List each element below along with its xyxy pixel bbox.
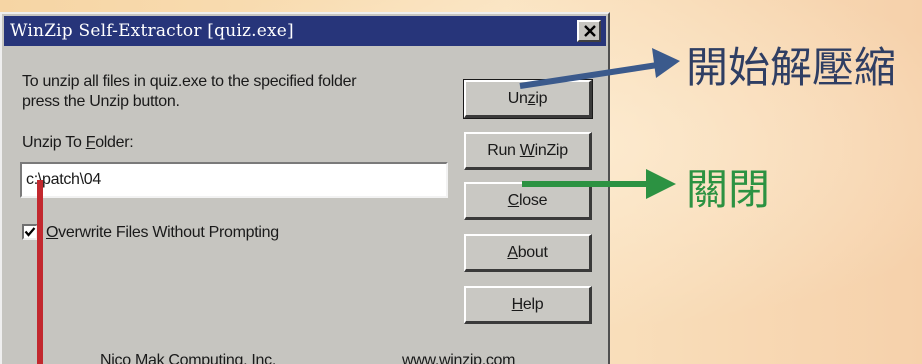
winzip-self-extractor-dialog: WinZip Self-Extractor [quiz.exe] To unzi…	[0, 12, 610, 364]
folder-label-mnemonic: F	[85, 134, 96, 151]
folder-label-suffix: older:	[95, 134, 134, 151]
unzip-caption: 開始解壓縮	[686, 43, 897, 92]
window-title: WinZip Self-Extractor [quiz.exe]	[10, 21, 294, 41]
instructions-text: To unzip all files in quiz.exe to the sp…	[22, 72, 442, 112]
run-winzip-label-suffix: inZip	[534, 142, 568, 159]
close-caption: 關閉	[686, 165, 771, 214]
help-button[interactable]: Help	[464, 286, 592, 324]
about-label-mnemonic: A	[507, 244, 518, 261]
checkmark-icon	[24, 227, 36, 237]
unzip-label-prefix: Un	[507, 90, 528, 107]
unzip-folder-input[interactable]	[20, 162, 448, 198]
close-window-button[interactable]	[577, 20, 601, 42]
close-button[interactable]: Close	[464, 182, 592, 220]
help-label-suffix: elp	[522, 296, 544, 313]
close-label-suffix: lose	[519, 192, 548, 209]
title-bar[interactable]: WinZip Self-Extractor [quiz.exe]	[4, 16, 606, 46]
unzip-button[interactable]: Unzip	[463, 79, 593, 119]
instructions-line-2: press the Unzip button.	[22, 93, 180, 110]
close-label-mnemonic: C	[507, 192, 520, 209]
overwrite-label-rest: verwrite Files Without Prompting	[58, 224, 279, 241]
unzip-annotation-arrowhead	[652, 48, 680, 78]
website-link[interactable]: www.winzip.com	[402, 352, 515, 364]
close-x-icon	[584, 25, 596, 37]
run-winzip-label-prefix: Run	[487, 142, 520, 159]
unzip-label-suffix: ip	[535, 90, 548, 107]
run-winzip-label-mnemonic: W	[519, 142, 535, 159]
about-label-suffix: bout	[517, 244, 548, 261]
folder-label-prefix: Unzip To	[22, 134, 86, 151]
run-winzip-button[interactable]: Run WinZip	[464, 132, 592, 170]
company-name: Nico Mak Computing, Inc.	[100, 352, 276, 364]
help-label-mnemonic: H	[511, 296, 524, 313]
unzip-to-folder-label: Unzip To Folder:	[22, 134, 134, 152]
about-button[interactable]: About	[464, 234, 592, 272]
overwrite-label-mnemonic: O	[46, 224, 59, 241]
overwrite-files-label[interactable]: Overwrite Files Without Prompting	[46, 224, 279, 242]
close-annotation-arrowhead	[646, 169, 676, 199]
overwrite-files-checkbox[interactable]	[22, 224, 38, 240]
instructions-line-1: To unzip all files in quiz.exe to the sp…	[22, 73, 357, 90]
